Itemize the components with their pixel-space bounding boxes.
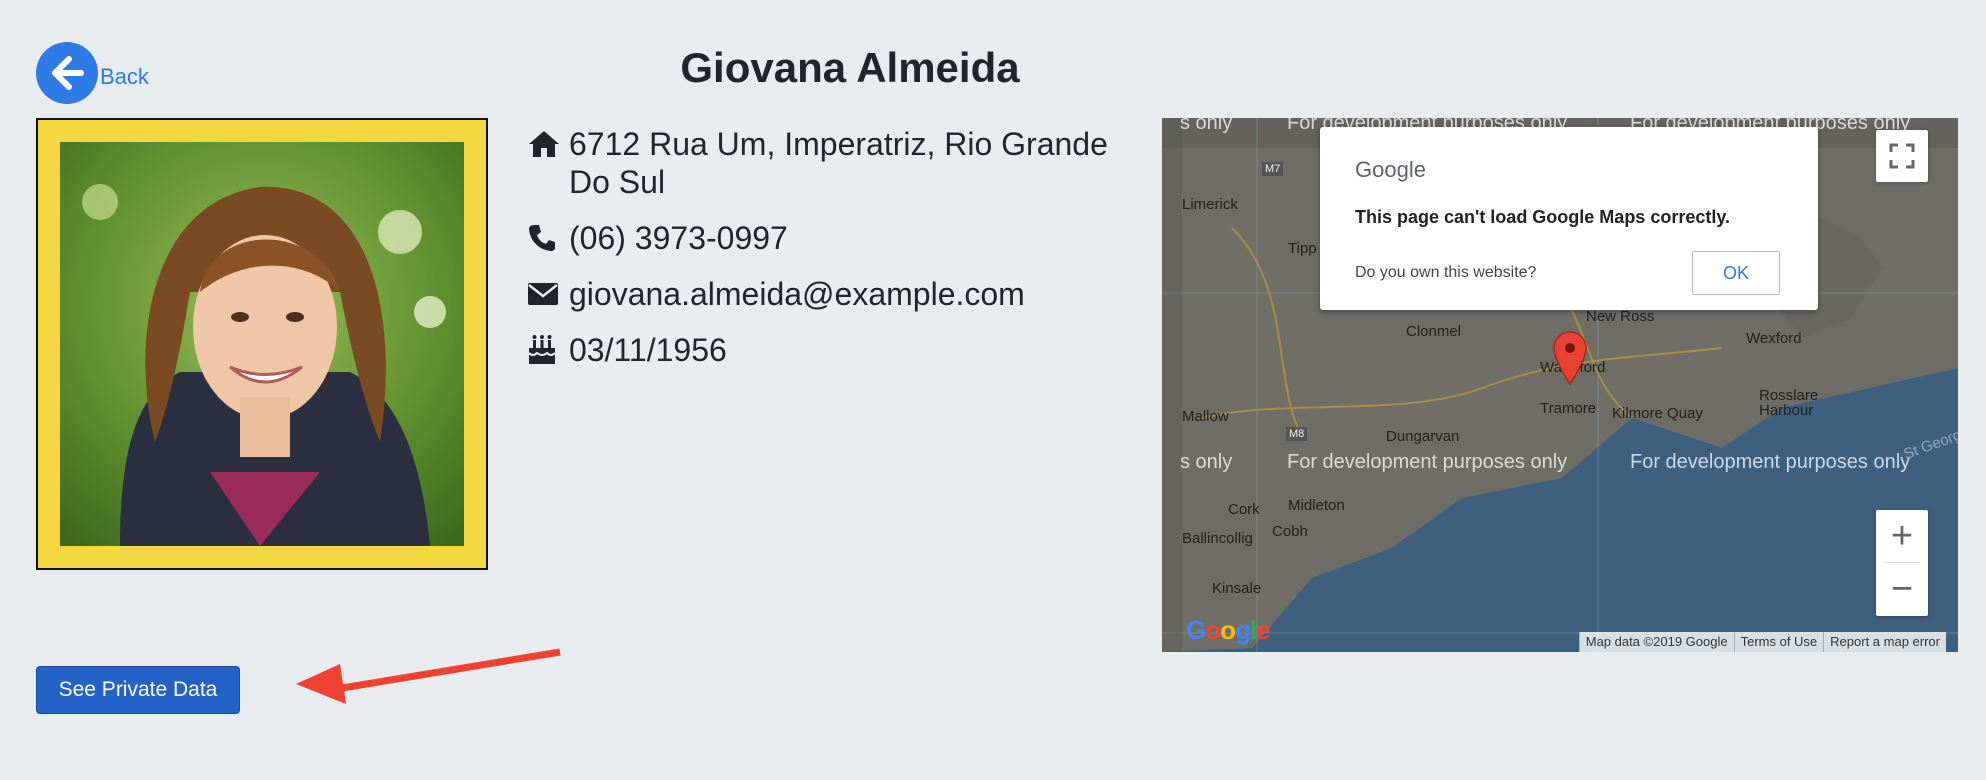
phone-row: (06) 3973-0997 <box>527 219 1137 257</box>
phone-icon <box>527 219 561 257</box>
map-place-label: Tramore <box>1540 400 1597 417</box>
map-place-label: Limerick <box>1182 196 1238 213</box>
report-error-link[interactable]: Report a map error <box>1823 632 1946 652</box>
zoom-divider <box>1884 562 1920 563</box>
zoom-in-button[interactable]: + <box>1876 510 1928 563</box>
home-icon <box>527 125 561 163</box>
profile-name: Giovana Almeida <box>680 44 1020 91</box>
map-place-label: Dungarvan <box>1386 428 1460 445</box>
google-watermark: Google <box>1186 615 1271 645</box>
email-row: giovana.almeida@example.com <box>527 275 1137 313</box>
map-data-text: Map data ©2019 Google <box>1578 632 1734 652</box>
phone-text: (06) 3973-0997 <box>569 220 788 256</box>
map-place-label: Midleton <box>1288 497 1345 514</box>
google-logo: Google <box>1355 157 1426 182</box>
road-label: M8 <box>1286 427 1308 441</box>
maps-error-dialog: Google This page can't load Google Maps … <box>1320 127 1818 310</box>
map-place-label: Rosslare Harbour <box>1759 387 1819 419</box>
red-arrow-annotation <box>296 648 561 704</box>
fullscreen-button[interactable] <box>1876 130 1928 182</box>
dev-watermark: s only <box>1180 451 1233 473</box>
dialog-question: Do you own this website? <box>1355 264 1537 281</box>
contact-info: 6712 Rua Um, Imperatriz, Rio Grande Do S… <box>527 125 1137 387</box>
map-panel[interactable]: s only For development purposes only For… <box>1162 118 1958 652</box>
map-place-label: Clonmel <box>1406 323 1462 340</box>
zoom-out-button[interactable]: − <box>1876 563 1928 616</box>
map-place-label: New Ross <box>1586 308 1655 325</box>
email-text: giovana.almeida@example.com <box>569 276 1025 312</box>
map-place-label: Kilmore Quay <box>1612 405 1703 422</box>
birthday-text: 03/11/1956 <box>569 332 727 368</box>
address-row: 6712 Rua Um, Imperatriz, Rio Grande Do S… <box>527 125 1137 201</box>
road-label: M7 <box>1262 162 1284 176</box>
dev-watermark: For development purposes only <box>1287 451 1568 473</box>
terms-link[interactable]: Terms of Use <box>1733 632 1824 652</box>
fullscreen-icon <box>1889 143 1915 169</box>
map-place-label: Ballincollig <box>1182 530 1253 547</box>
map-place-label: Mallow <box>1182 408 1229 425</box>
dialog-ok-button[interactable]: OK <box>1692 251 1780 295</box>
dev-watermark: s only <box>1180 118 1233 134</box>
map-marker-icon[interactable] <box>1552 330 1588 386</box>
map-place-label: Cobh <box>1272 523 1308 540</box>
map-place-label: Tipp <box>1288 240 1317 257</box>
birthday-cake-icon <box>527 331 561 369</box>
dev-watermark: For development purposes only <box>1630 451 1911 473</box>
zoom-controls: + − <box>1876 510 1928 616</box>
birthday-row: 03/11/1956 <box>527 331 1137 369</box>
dialog-message: This page can't load Google Maps correct… <box>1355 207 1731 227</box>
profile-photo <box>60 142 464 546</box>
map-place-label: Kinsale <box>1212 580 1262 597</box>
envelope-icon <box>527 275 561 313</box>
map-attribution: Map data ©2019 Google Terms of Use Repor… <box>1578 632 1946 652</box>
profile-photo-frame <box>36 118 488 570</box>
map-place-label: Wexford <box>1746 330 1802 347</box>
see-private-data-button[interactable]: See Private Data <box>36 666 240 714</box>
address-text: 6712 Rua Um, Imperatriz, Rio Grande Do S… <box>569 126 1108 200</box>
map-place-label: Cork <box>1228 501 1260 518</box>
